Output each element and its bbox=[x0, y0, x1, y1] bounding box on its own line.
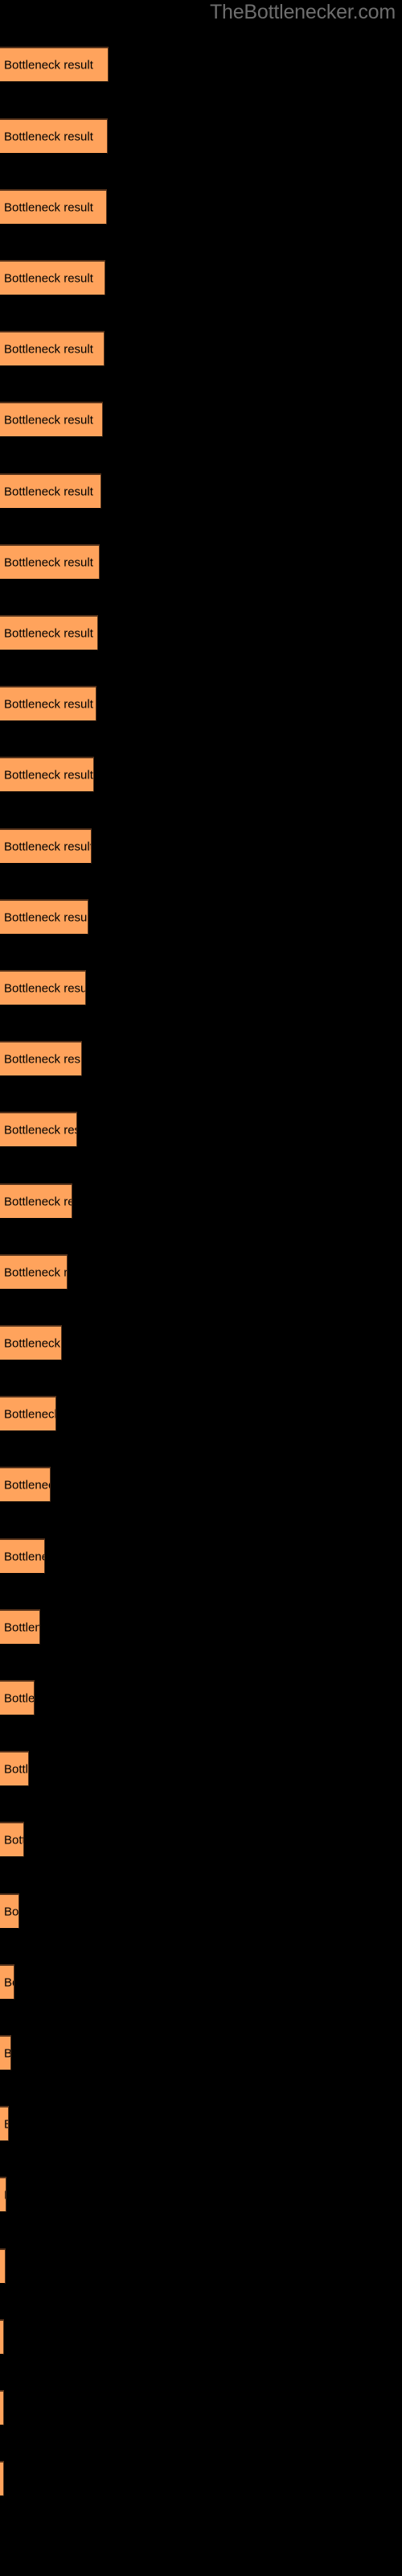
bar-label: Bottleneck result bbox=[4, 1123, 76, 1137]
bar-label: Bottleneck result bbox=[4, 981, 86, 995]
bar-bottleneck-result[interactable]: Bottleneck result bbox=[0, 402, 103, 437]
bar-label: Bottleneck result bbox=[4, 2117, 8, 2131]
bar-bottleneck-result[interactable]: Bottleneck result bbox=[0, 544, 100, 580]
bar-bottleneck-result[interactable]: Bottleneck result bbox=[0, 899, 88, 935]
bar-bottleneck-result[interactable]: Bottleneck result bbox=[0, 260, 105, 295]
bar-label: Bottleneck result bbox=[4, 555, 93, 569]
bar-label: Bottleneck result bbox=[4, 1195, 72, 1208]
bar-bottleneck-result[interactable]: Bottleneck result bbox=[0, 686, 96, 721]
bar-label: Bottleneck result bbox=[4, 626, 93, 640]
bar-bottleneck-result[interactable]: Bottleneck result bbox=[0, 118, 108, 154]
bar-label: Bottleneck result bbox=[4, 1620, 39, 1634]
bar-label: Bottleneck result bbox=[4, 200, 93, 214]
bar-label: Bottleneck result bbox=[4, 1336, 61, 1350]
bar-label: Bottleneck result bbox=[4, 840, 92, 853]
bar-label: Bottleneck result bbox=[4, 1833, 23, 1847]
bar-label: Bottleneck result bbox=[4, 413, 93, 427]
bar-label: Bottleneck result bbox=[4, 1905, 19, 1918]
bar-bottleneck-result[interactable]: Bottleneck result bbox=[0, 1112, 77, 1147]
bar-bottleneck-result[interactable]: Bottleneck result bbox=[0, 47, 109, 82]
bar-label: Bottleneck result bbox=[4, 2188, 6, 2202]
bar-label: Bottleneck result bbox=[4, 910, 88, 924]
bar-bottleneck-result[interactable]: Bottleneck result bbox=[0, 331, 105, 366]
bar-bottleneck-result[interactable]: Bottleneck result bbox=[0, 615, 98, 650]
bar-bottleneck-result[interactable]: Bottleneck result bbox=[0, 2390, 4, 2425]
bar-bottleneck-result[interactable]: Bottleneck result bbox=[0, 970, 86, 1005]
bar-bottleneck-result[interactable]: Bottleneck result bbox=[0, 1609, 40, 1645]
bar-bottleneck-result[interactable]: Bottleneck result bbox=[0, 1254, 68, 1290]
bar-label: Bottleneck result bbox=[4, 58, 93, 72]
bar-bottleneck-result[interactable]: Bottleneck result bbox=[0, 1893, 19, 1929]
bar-bottleneck-result[interactable]: Bottleneck result bbox=[0, 1041, 82, 1076]
bar-label: Bottleneck result bbox=[4, 1691, 35, 1705]
bar-bottleneck-result[interactable]: Bottleneck result bbox=[0, 1680, 35, 1715]
bar-bottleneck-result[interactable]: Bottleneck result bbox=[0, 1822, 24, 1857]
bar-label: Bottleneck result bbox=[4, 1407, 56, 1421]
bar-series-container: Bottleneck result Bottleneck result Bottle… bbox=[0, 0, 402, 2576]
bar-label: Bottleneck result bbox=[4, 1762, 29, 1776]
bar-label: Bottleneck result bbox=[4, 1265, 68, 1279]
bar-label: Bottleneck result bbox=[4, 130, 93, 143]
bottleneck-chart: TheBottlenecker.com Bottleneck result Bot… bbox=[0, 0, 402, 2576]
bar-bottleneck-result[interactable]: Bottleneck result bbox=[0, 2248, 6, 2284]
bar-label: Bottleneck result bbox=[4, 1052, 81, 1066]
bar-label: Bottleneck result bbox=[4, 342, 93, 356]
bar-bottleneck-result[interactable]: Bottleneck result bbox=[0, 1396, 56, 1431]
bar-bottleneck-result[interactable]: Bottleneck result bbox=[0, 1325, 62, 1360]
bar-label: Bottleneck result bbox=[4, 1975, 14, 1989]
bar-label: Bottleneck result bbox=[4, 697, 93, 711]
bar-bottleneck-result[interactable]: Bottleneck result bbox=[0, 2177, 6, 2212]
bar-bottleneck-result[interactable]: Bottleneck result bbox=[0, 757, 94, 792]
bar-bottleneck-result[interactable]: Bottleneck result bbox=[0, 828, 92, 864]
bar-bottleneck-result[interactable]: Bottleneck result bbox=[0, 2461, 4, 2496]
bar-bottleneck-result[interactable]: Bottleneck result bbox=[0, 189, 107, 225]
bar-bottleneck-result[interactable]: Bottleneck result bbox=[0, 473, 101, 509]
bar-bottleneck-result[interactable]: Bottleneck result bbox=[0, 1964, 14, 2000]
bar-bottleneck-result[interactable]: Bottleneck result bbox=[0, 2106, 9, 2141]
bar-label: Bottleneck result bbox=[4, 271, 93, 285]
bar-label: Bottleneck result bbox=[4, 1550, 44, 1563]
bar-bottleneck-result[interactable]: Bottleneck result bbox=[0, 1538, 45, 1574]
bar-label: Bottleneck result bbox=[4, 2260, 5, 2273]
bar-bottleneck-result[interactable]: Bottleneck result bbox=[0, 1751, 29, 1786]
bar-label: Bottleneck result bbox=[4, 1478, 50, 1492]
bar-bottleneck-result[interactable]: Bottleneck result bbox=[0, 2319, 4, 2355]
bar-bottleneck-result[interactable]: Bottleneck result bbox=[0, 2035, 11, 2070]
bar-bottleneck-result[interactable]: Bottleneck result bbox=[0, 1467, 51, 1502]
bar-label: Bottleneck result bbox=[4, 768, 93, 782]
bar-label: Bottleneck result bbox=[4, 2046, 10, 2060]
bar-bottleneck-result[interactable]: Bottleneck result bbox=[0, 1183, 72, 1219]
bar-label: Bottleneck result bbox=[4, 485, 93, 498]
